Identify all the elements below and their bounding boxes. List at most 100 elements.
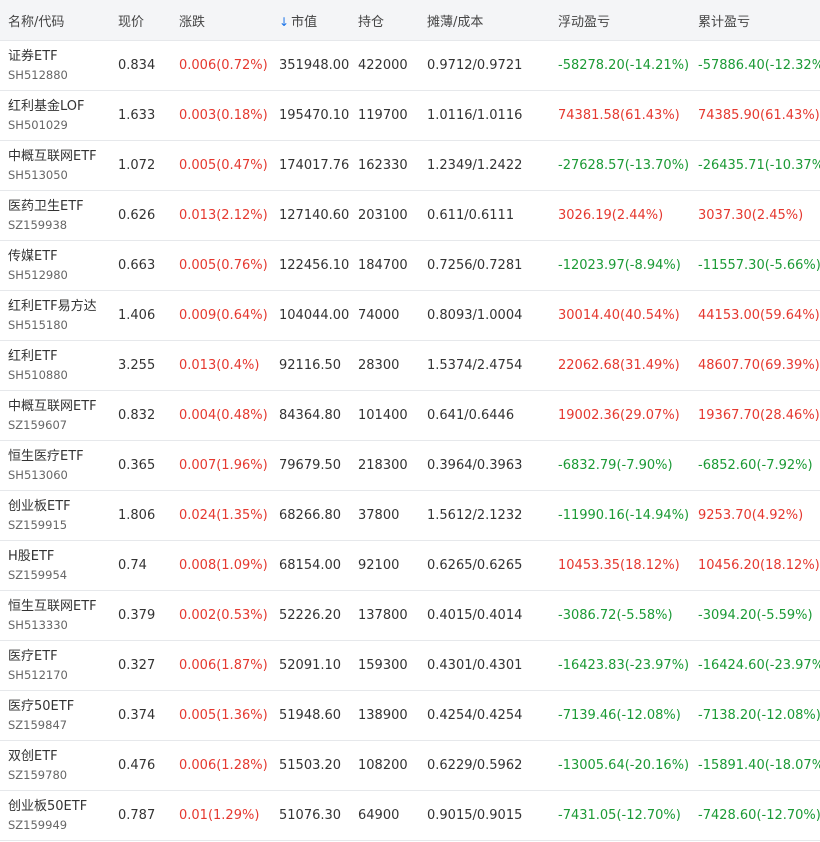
price-cell: 1.806 bbox=[118, 508, 156, 523]
price-cell: 0.74 bbox=[118, 558, 147, 573]
table-row[interactable]: 证券ETF SH512880 0.834 0.006(0.72%) 351948.00 4… bbox=[0, 41, 820, 91]
price-cell: 3.255 bbox=[118, 358, 156, 373]
fund-name: 中概互联网ETF bbox=[8, 398, 97, 414]
cost-cell: 0.611/0.6111 bbox=[427, 208, 515, 223]
table-row[interactable]: 医药卫生ETF SZ159938 0.626 0.013(2.12%) 127140.6… bbox=[0, 191, 820, 241]
market-value-cell: 84364.80 bbox=[279, 408, 342, 423]
fund-name: 双创ETF bbox=[8, 748, 58, 764]
fund-name-cell: 证券ETF SH512880 bbox=[0, 48, 110, 84]
fund-name-cell: 双创ETF SZ159780 bbox=[0, 748, 110, 784]
cost-cell: 0.4254/0.4254 bbox=[427, 708, 523, 723]
cost-cell: 1.5374/2.4754 bbox=[427, 358, 523, 373]
table-row[interactable]: 红利ETF SH510880 3.255 0.013(0.4%) 92116.50 283… bbox=[0, 341, 820, 391]
total-pnl-cell: -7138.20(-12.08%) bbox=[698, 708, 820, 723]
header-floating-pnl[interactable]: 浮动盈亏 bbox=[550, 11, 690, 30]
market-value-cell: 351948.00 bbox=[279, 58, 350, 73]
table-row[interactable]: 恒生互联网ETF SH513330 0.379 0.002(0.53%) 52226.2… bbox=[0, 591, 820, 641]
table-row[interactable]: H股ETF SZ159954 0.74 0.008(1.09%) 68154.00 921… bbox=[0, 541, 820, 591]
table-row[interactable]: 红利ETF易方达 SH515180 1.406 0.009(0.64%) 104044.… bbox=[0, 291, 820, 341]
fund-name: 医疗ETF bbox=[8, 648, 58, 664]
price-cell: 0.832 bbox=[118, 408, 156, 423]
floating-pnl-cell: -7139.46(-12.08%) bbox=[558, 708, 681, 723]
cost-cell: 0.3964/0.3963 bbox=[427, 458, 523, 473]
header-market-value[interactable]: ↓ 市值 bbox=[271, 11, 350, 30]
fund-code: SZ159938 bbox=[8, 217, 68, 232]
cost-cell: 1.5612/2.1232 bbox=[427, 508, 523, 523]
holding-cell: 64900 bbox=[358, 808, 400, 823]
table-row[interactable]: 传媒ETF SH512980 0.663 0.005(0.76%) 122456.10 1… bbox=[0, 241, 820, 291]
table-row[interactable]: 中概互联网ETF SZ159607 0.832 0.004(0.48%) 84364.8… bbox=[0, 391, 820, 441]
total-pnl-cell: -11557.30(-5.66%) bbox=[698, 258, 820, 273]
price-cell: 0.626 bbox=[118, 208, 156, 223]
header-name-code[interactable]: 名称/代码 bbox=[0, 11, 110, 30]
fund-name: 中概互联网ETF bbox=[8, 148, 97, 164]
table-row[interactable]: 创业板50ETF SZ159949 0.787 0.01(1.29%) 51076.30… bbox=[0, 791, 820, 841]
fund-name-cell: 创业板50ETF SZ159949 bbox=[0, 798, 110, 834]
fund-name: 红利基金LOF bbox=[8, 98, 85, 114]
holding-cell: 92100 bbox=[358, 558, 400, 573]
floating-pnl-cell: -27628.57(-13.70%) bbox=[558, 158, 690, 173]
total-pnl-cell: 44153.00(59.64%) bbox=[698, 308, 820, 323]
fund-name-cell: 红利ETF易方达 SH515180 bbox=[0, 298, 110, 334]
price-cell: 1.072 bbox=[118, 158, 156, 173]
header-change[interactable]: 涨跌 bbox=[171, 11, 271, 30]
market-value-cell: 122456.10 bbox=[279, 258, 350, 273]
holding-cell: 218300 bbox=[358, 458, 408, 473]
total-pnl-cell: 19367.70(28.46%) bbox=[698, 408, 820, 423]
total-pnl-cell: -57886.40(-12.32%) bbox=[698, 58, 820, 73]
market-value-cell: 51076.30 bbox=[279, 808, 342, 823]
fund-code: SH513060 bbox=[8, 467, 68, 482]
table-row[interactable]: 恒生医疗ETF SH513060 0.365 0.007(1.96%) 79679.50… bbox=[0, 441, 820, 491]
table-row[interactable]: 红利基金LOF SH501029 1.633 0.003(0.18%) 195470.1… bbox=[0, 91, 820, 141]
fund-name: 传媒ETF bbox=[8, 248, 58, 264]
holding-cell: 162330 bbox=[358, 158, 408, 173]
total-pnl-cell: 74385.90(61.43%) bbox=[698, 108, 820, 123]
total-pnl-cell: 10456.20(18.12%) bbox=[698, 558, 820, 573]
fund-name-cell: 恒生互联网ETF SH513330 bbox=[0, 598, 110, 634]
fund-name: 恒生互联网ETF bbox=[8, 598, 97, 614]
price-cell: 0.327 bbox=[118, 658, 156, 673]
fund-code: SH501029 bbox=[8, 117, 68, 132]
total-pnl-cell: -26435.71(-10.37%) bbox=[698, 158, 820, 173]
header-price[interactable]: 现价 bbox=[110, 11, 171, 30]
cost-cell: 1.0116/1.0116 bbox=[427, 108, 523, 123]
holding-cell: 137800 bbox=[358, 608, 408, 623]
header-market-value-label: 市值 bbox=[291, 14, 318, 30]
table-row[interactable]: 医疗50ETF SZ159847 0.374 0.005(1.36%) 51948.60… bbox=[0, 691, 820, 741]
cost-cell: 0.7256/0.7281 bbox=[427, 258, 523, 273]
table-header: 名称/代码 现价 涨跌 ↓ 市值 持仓 摊薄/成本 浮动盈亏 累计盈亏 bbox=[0, 0, 820, 41]
cost-cell: 0.4301/0.4301 bbox=[427, 658, 523, 673]
floating-pnl-cell: -7431.05(-12.70%) bbox=[558, 808, 681, 823]
floating-pnl-cell: 74381.58(61.43%) bbox=[558, 108, 680, 123]
table-row[interactable]: 医疗ETF SH512170 0.327 0.006(1.87%) 52091.10 15… bbox=[0, 641, 820, 691]
fund-code: SH515180 bbox=[8, 317, 68, 332]
change-cell: 0.006(0.72%) bbox=[179, 58, 268, 73]
market-value-cell: 92116.50 bbox=[279, 358, 342, 373]
market-value-cell: 174017.76 bbox=[279, 158, 350, 173]
header-cost[interactable]: 摊薄/成本 bbox=[419, 11, 550, 30]
change-cell: 0.006(1.87%) bbox=[179, 658, 268, 673]
change-cell: 0.008(1.09%) bbox=[179, 558, 268, 573]
table-row[interactable]: 创业板ETF SZ159915 1.806 0.024(1.35%) 68266.80 3… bbox=[0, 491, 820, 541]
fund-name-cell: 红利ETF SH510880 bbox=[0, 348, 110, 384]
fund-code: SH512880 bbox=[8, 67, 68, 82]
market-value-cell: 195470.10 bbox=[279, 108, 350, 123]
price-cell: 1.633 bbox=[118, 108, 156, 123]
floating-pnl-cell: -16423.83(-23.97%) bbox=[558, 658, 690, 673]
table-row[interactable]: 中概互联网ETF SH513050 1.072 0.005(0.47%) 174017.… bbox=[0, 141, 820, 191]
header-holding[interactable]: 持仓 bbox=[350, 11, 419, 30]
market-value-cell: 68266.80 bbox=[279, 508, 342, 523]
price-cell: 0.374 bbox=[118, 708, 156, 723]
fund-name: 医疗50ETF bbox=[8, 698, 75, 714]
fund-code: SZ159949 bbox=[8, 817, 68, 832]
holding-cell: 37800 bbox=[358, 508, 400, 523]
header-total-pnl[interactable]: 累计盈亏 bbox=[690, 11, 820, 30]
change-cell: 0.004(0.48%) bbox=[179, 408, 268, 423]
price-cell: 0.476 bbox=[118, 758, 156, 773]
fund-name-cell: 医疗ETF SH512170 bbox=[0, 648, 110, 684]
floating-pnl-cell: -12023.97(-8.94%) bbox=[558, 258, 681, 273]
total-pnl-cell: -3094.20(-5.59%) bbox=[698, 608, 813, 623]
table-row[interactable]: 双创ETF SZ159780 0.476 0.006(1.28%) 51503.20 10… bbox=[0, 741, 820, 791]
price-cell: 1.406 bbox=[118, 308, 156, 323]
cost-cell: 0.6265/0.6265 bbox=[427, 558, 523, 573]
